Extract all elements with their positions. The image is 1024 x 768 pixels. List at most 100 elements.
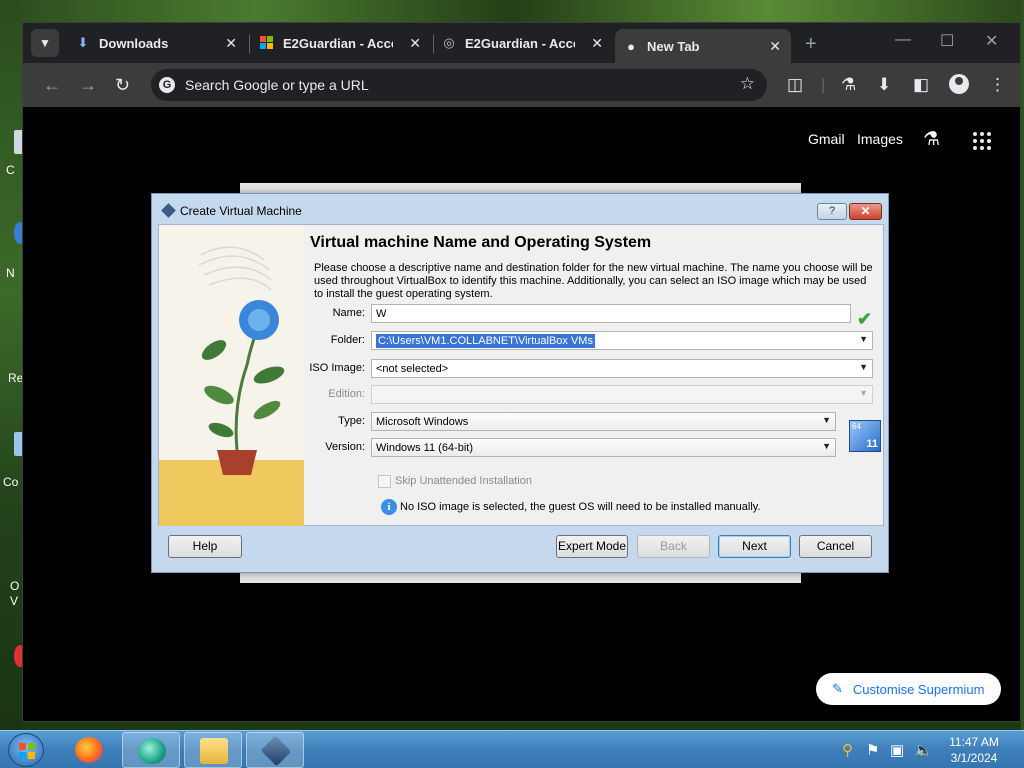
clock[interactable]: 11:47 AM 3/1/2024	[943, 734, 1005, 766]
globe-icon: ◎	[443, 35, 455, 50]
name-input-value: W	[376, 308, 387, 320]
customise-button[interactable]: ✎ Customise Supermium	[816, 673, 1001, 705]
tab-e2guardian-1[interactable]: E2Guardian - Access ✕	[259, 23, 431, 63]
os-badge-version: 11	[866, 438, 878, 450]
info-message: No ISO image is selected, the guest OS w…	[400, 501, 761, 513]
desktop-icon-label: O	[10, 579, 20, 593]
maximize-icon[interactable]: ☐	[940, 31, 954, 51]
omnibox-placeholder: Search Google or type a URL	[185, 77, 369, 93]
forward-arrow-icon[interactable]: →	[79, 75, 97, 96]
close-tab-icon[interactable]: ✕	[409, 35, 421, 52]
minimize-icon[interactable]: —	[895, 31, 911, 49]
network-icon[interactable]: ▣	[890, 741, 904, 759]
edition-combobox: ▼	[371, 385, 873, 404]
images-link[interactable]: Images	[857, 131, 903, 147]
desktop-icon-label: C	[6, 163, 15, 177]
tab-strip: ▼ ⬇ Downloads ✕ E2Guardian - Access ✕ ◎ …	[23, 23, 1020, 63]
os-windows11-icon: 64 11	[849, 420, 881, 452]
clock-time: 11:47 AM	[949, 735, 999, 749]
name-input[interactable]: W	[371, 304, 851, 323]
desktop-icon-label: V	[10, 594, 19, 608]
wizard-heading: Virtual machine Name and Operating Syste…	[310, 234, 652, 251]
dropdown-arrow-icon[interactable]: ▼	[822, 415, 831, 425]
virtualbox-cube-icon	[161, 203, 176, 218]
iso-image-value: <not selected>	[376, 363, 449, 375]
download-icon[interactable]: ⬇	[877, 75, 891, 95]
cancel-button[interactable]: Cancel	[799, 535, 872, 558]
bookmark-star-icon[interactable]: ☆	[740, 74, 755, 94]
windows-logo-icon	[19, 743, 35, 759]
dropdown-arrow-icon[interactable]: ▼	[822, 441, 831, 451]
name-label: Name:	[332, 307, 365, 319]
volume-muted-icon[interactable]: 🔈	[914, 741, 933, 759]
expert-mode-button[interactable]: Expert Mode	[556, 535, 628, 558]
tab-title: E2Guardian - Access	[465, 35, 575, 51]
pencil-icon: ✎	[832, 681, 843, 696]
kebab-menu-icon[interactable]: ⋮	[989, 75, 1006, 95]
desktop-icon-label: Co	[3, 475, 19, 489]
search-magnifier-icon[interactable]: ⚲	[842, 741, 853, 759]
side-panel-icon[interactable]: ◧	[913, 75, 929, 95]
taskbar-virtualbox[interactable]	[246, 732, 304, 768]
extensions-puzzle-icon[interactable]: ◫	[787, 75, 803, 95]
action-center-flag-icon[interactable]: ⚑	[866, 741, 879, 759]
tab-downloads[interactable]: ⬇ Downloads ✕	[75, 23, 247, 63]
back-arrow-icon[interactable]: ←	[43, 75, 61, 96]
taskbar-supermium[interactable]	[122, 732, 180, 768]
new-tab-plus-icon[interactable]: +	[805, 33, 817, 56]
tab-title: E2Guardian - Access	[283, 35, 393, 51]
iso-image-label: ISO Image:	[309, 362, 365, 374]
create-vm-dialog: Create Virtual Machine ? ✕ Virtual machi…	[151, 193, 889, 573]
reload-icon[interactable]: ↻	[115, 75, 130, 96]
firefox-icon	[75, 737, 103, 763]
close-tab-icon[interactable]: ✕	[769, 38, 781, 55]
chrome-tab-icon: ●	[627, 38, 635, 54]
tab-separator	[433, 35, 434, 53]
taskbar-firefox[interactable]	[60, 732, 118, 768]
help-button[interactable]: Help	[168, 535, 242, 558]
folder-combobox[interactable]: C:\Users\VM1.COLLABNET\VirtualBox VMs ▼	[371, 331, 873, 350]
close-tab-icon[interactable]: ✕	[225, 35, 237, 52]
type-label: Type:	[338, 415, 365, 427]
tab-search-button[interactable]: ▼	[31, 29, 59, 57]
type-combobox[interactable]: Microsoft Windows ▼	[371, 412, 836, 431]
iso-image-combobox[interactable]: <not selected> ▼	[371, 359, 873, 378]
dropdown-arrow-icon[interactable]: ▼	[859, 362, 868, 372]
taskbar-explorer[interactable]	[184, 732, 242, 768]
dropdown-arrow-icon[interactable]: ▼	[859, 334, 868, 344]
tab-e2guardian-2[interactable]: ◎ E2Guardian - Access ✕	[441, 23, 613, 63]
browser-toolbar: ← → ↻ G Search Google or type a URL ☆ ◫ …	[23, 63, 1020, 107]
dialog-help-button[interactable]: ?	[817, 203, 847, 220]
gmail-link[interactable]: Gmail	[808, 131, 845, 147]
apps-grid-icon[interactable]	[973, 132, 991, 150]
tab-new-tab[interactable]: ● New Tab ✕	[615, 29, 791, 63]
name-valid-checkmark-icon: ✔	[857, 309, 873, 329]
labs-flask-icon[interactable]: ⚗	[841, 75, 856, 95]
version-label: Version:	[325, 441, 365, 453]
edition-label: Edition:	[328, 388, 365, 400]
info-icon: i	[381, 499, 397, 515]
skip-unattended-label: Skip Unattended Installation	[395, 475, 532, 487]
profile-avatar-icon[interactable]	[949, 74, 969, 94]
wizard-description: Please choose a descriptive name and des…	[314, 262, 873, 300]
labs-flask-icon[interactable]: ⚗	[923, 128, 940, 151]
toolbar-divider: |	[821, 75, 826, 94]
google-g-icon: G	[159, 77, 175, 93]
close-window-icon[interactable]: ✕	[985, 31, 998, 51]
start-button[interactable]	[8, 733, 44, 767]
download-icon: ⬇	[77, 35, 89, 50]
desktop-wallpaper-left	[0, 0, 22, 730]
next-button[interactable]: Next	[718, 535, 791, 558]
supermium-icon	[138, 738, 166, 764]
dialog-close-icon[interactable]: ✕	[849, 203, 882, 220]
skip-unattended-checkbox	[378, 475, 391, 488]
wizard-flower-illustration	[159, 225, 304, 526]
dialog-title: Create Virtual Machine	[180, 204, 302, 218]
version-combobox[interactable]: Windows 11 (64-bit) ▼	[371, 438, 836, 457]
tab-separator	[249, 35, 250, 53]
tab-title: New Tab	[647, 38, 700, 54]
customise-label: Customise Supermium	[852, 681, 985, 697]
dialog-body: Virtual machine Name and Operating Syste…	[158, 224, 884, 526]
close-tab-icon[interactable]: ✕	[591, 35, 603, 52]
omnibox[interactable]: G Search Google or type a URL ☆	[151, 69, 767, 101]
